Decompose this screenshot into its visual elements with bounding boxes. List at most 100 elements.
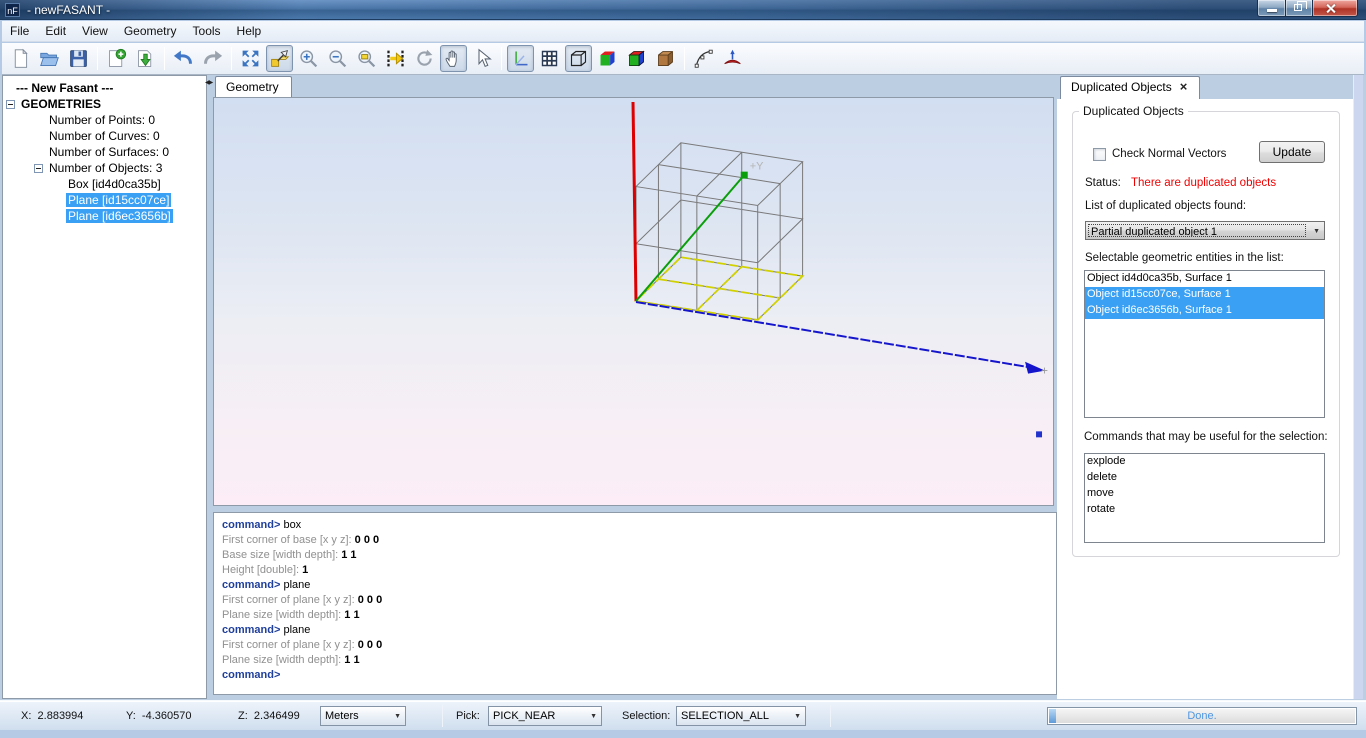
axes-toggle-icon[interactable] [507, 45, 534, 72]
right-panel: Duplicated Objects× Duplicated Objects C… [1057, 75, 1353, 700]
minimize-button[interactable] [1257, 0, 1286, 17]
center-area: Geometry +Y + ▲▼ command> box [213, 75, 1057, 700]
pick-label: Pick: [456, 710, 480, 722]
solid-edges-view-icon[interactable] [623, 45, 650, 72]
tree-item-label: Number of Objects: 3 [47, 161, 164, 175]
zoom-extents-icon[interactable] [382, 45, 409, 72]
tab-geometry[interactable]: Geometry [215, 76, 292, 97]
entity-list-item[interactable]: Object id15cc07ce, Surface 1 [1085, 287, 1324, 303]
viewport-3d[interactable]: +Y + [213, 97, 1054, 506]
console-line: Plane size [width depth]: 1 1 [222, 608, 1048, 623]
menu-geometry[interactable]: Geometry [116, 22, 185, 40]
menu-help[interactable]: Help [229, 22, 270, 40]
new-geometry-icon[interactable] [103, 45, 130, 72]
duplicated-objects-panel: Duplicated Objects Check Normal Vectors … [1057, 99, 1353, 699]
tree-item-label: Number of Surfaces: 0 [47, 145, 171, 159]
panel-scrollbar[interactable] [1353, 75, 1363, 699]
pick-tool-icon[interactable] [266, 45, 293, 72]
chevron-down-icon: ▼ [394, 713, 401, 720]
app-icon: nF [5, 3, 20, 17]
status-value: There are duplicated objects [1131, 177, 1276, 189]
statusbar-separator [830, 705, 831, 727]
units-dropdown[interactable]: Meters ▼ [320, 706, 406, 726]
command-list-item[interactable]: rotate [1085, 502, 1324, 518]
units-value: Meters [323, 709, 389, 723]
menu-edit[interactable]: Edit [37, 22, 74, 40]
tree-item[interactable]: Number of Surfaces: 0 [3, 144, 206, 160]
chevron-down-icon: ▼ [590, 713, 597, 720]
tab-duplicated-objects[interactable]: Duplicated Objects× [1060, 76, 1200, 99]
normals-icon[interactable] [719, 45, 746, 72]
coord-y: Y: -4.360570 [126, 710, 191, 722]
tree-item[interactable]: Box [id4d0ca35b] [3, 176, 206, 192]
restore-button[interactable] [1286, 0, 1313, 17]
pick-dropdown[interactable]: PICK_NEAR ▼ [488, 706, 602, 726]
console-line: command> box [222, 518, 1048, 533]
tab-geometry-label: Geometry [226, 80, 279, 94]
solid-view-icon[interactable] [594, 45, 621, 72]
console-line: Height [double]: 1 [222, 563, 1048, 578]
menu-view[interactable]: View [74, 22, 116, 40]
tree-item[interactable]: Plane [id6ec3656b] [3, 208, 206, 224]
command-list-item[interactable]: delete [1085, 470, 1324, 486]
selection-dropdown[interactable]: SELECTION_ALL ▼ [676, 706, 806, 726]
zoom-out-icon[interactable] [324, 45, 351, 72]
tree-item[interactable]: Plane [id15cc07ce] [3, 192, 206, 208]
menu-tools[interactable]: Tools [185, 22, 229, 40]
new-document-icon[interactable] [7, 45, 34, 72]
minimize-icon [1267, 9, 1277, 12]
select-arrow-icon[interactable] [469, 45, 496, 72]
console-line: First corner of plane [x y z]: 0 0 0 [222, 638, 1048, 653]
command-list-item[interactable]: explode [1085, 454, 1324, 470]
duplicated-objects-dropdown[interactable]: Partial duplicated object 1 ▼ [1085, 221, 1325, 240]
console-line: First corner of base [x y z]: 0 0 0 [222, 533, 1048, 548]
rotate-view-icon[interactable] [411, 45, 438, 72]
curvature-icon[interactable] [690, 45, 717, 72]
close-button[interactable] [1313, 0, 1358, 17]
wireframe-view-icon[interactable] [565, 45, 592, 72]
tree-item[interactable]: Number of Curves: 0 [3, 128, 206, 144]
tree-item-label: Box [id4d0ca35b] [66, 177, 163, 191]
command-console[interactable]: command> boxFirst corner of base [x y z]… [213, 512, 1057, 695]
update-button[interactable]: Update [1259, 141, 1325, 163]
coord-z: Z: 2.346499 [238, 710, 300, 722]
zoom-in-icon[interactable] [295, 45, 322, 72]
entities-listbox[interactable]: Object id4d0ca35b, Surface 1Object id15c… [1084, 270, 1325, 418]
tree-item[interactable]: Number of Points: 0 [3, 112, 206, 128]
save-icon[interactable] [65, 45, 92, 72]
chevron-down-icon: ▼ [794, 713, 801, 720]
open-folder-icon[interactable] [36, 45, 63, 72]
zoom-window-icon[interactable] [353, 45, 380, 72]
tree-item[interactable]: GEOMETRIES [3, 96, 206, 112]
progress-bar: Done. [1047, 707, 1357, 725]
tree-item-label: Number of Points: 0 [47, 113, 157, 127]
chevron-down-icon: ▼ [1313, 228, 1320, 235]
command-list-item[interactable]: move [1085, 486, 1324, 502]
toolbar-separator [684, 47, 685, 70]
entity-list-item[interactable]: Object id6ec3656b, Surface 1 [1085, 303, 1324, 319]
duplicated-planes-highlight [636, 257, 803, 320]
undo-icon[interactable] [170, 45, 197, 72]
console-line: command> [222, 668, 1048, 683]
commands-listbox[interactable]: explodedeletemoverotate [1084, 453, 1325, 543]
tree-item[interactable]: --- New Fasant --- [3, 80, 206, 96]
entity-list-item[interactable]: Object id4d0ca35b, Surface 1 [1085, 271, 1324, 287]
window-title: - newFASANT - [27, 3, 110, 17]
tab-close-icon[interactable]: × [1180, 79, 1188, 94]
tree-expander-icon[interactable] [6, 100, 15, 109]
tree-expander-icon[interactable] [34, 164, 43, 173]
menu-file[interactable]: File [2, 22, 37, 40]
console-line: Base size [width depth]: 1 1 [222, 548, 1048, 563]
pan-tool-icon[interactable] [440, 45, 467, 72]
textured-view-icon[interactable] [652, 45, 679, 72]
tree-item-label: Plane [id6ec3656b] [66, 209, 173, 223]
grid-toggle-icon[interactable] [536, 45, 563, 72]
menu-bar: FileEditViewGeometryToolsHelp [2, 21, 1364, 42]
redo-icon[interactable] [199, 45, 226, 72]
title-bar[interactable]: nF - newFASANT - [0, 0, 1366, 20]
check-normal-vectors-checkbox[interactable] [1093, 148, 1106, 161]
y-axis [636, 176, 744, 301]
tree-item[interactable]: Number of Objects: 3 [3, 160, 206, 176]
fit-view-icon[interactable] [237, 45, 264, 72]
import-geometry-icon[interactable] [132, 45, 159, 72]
